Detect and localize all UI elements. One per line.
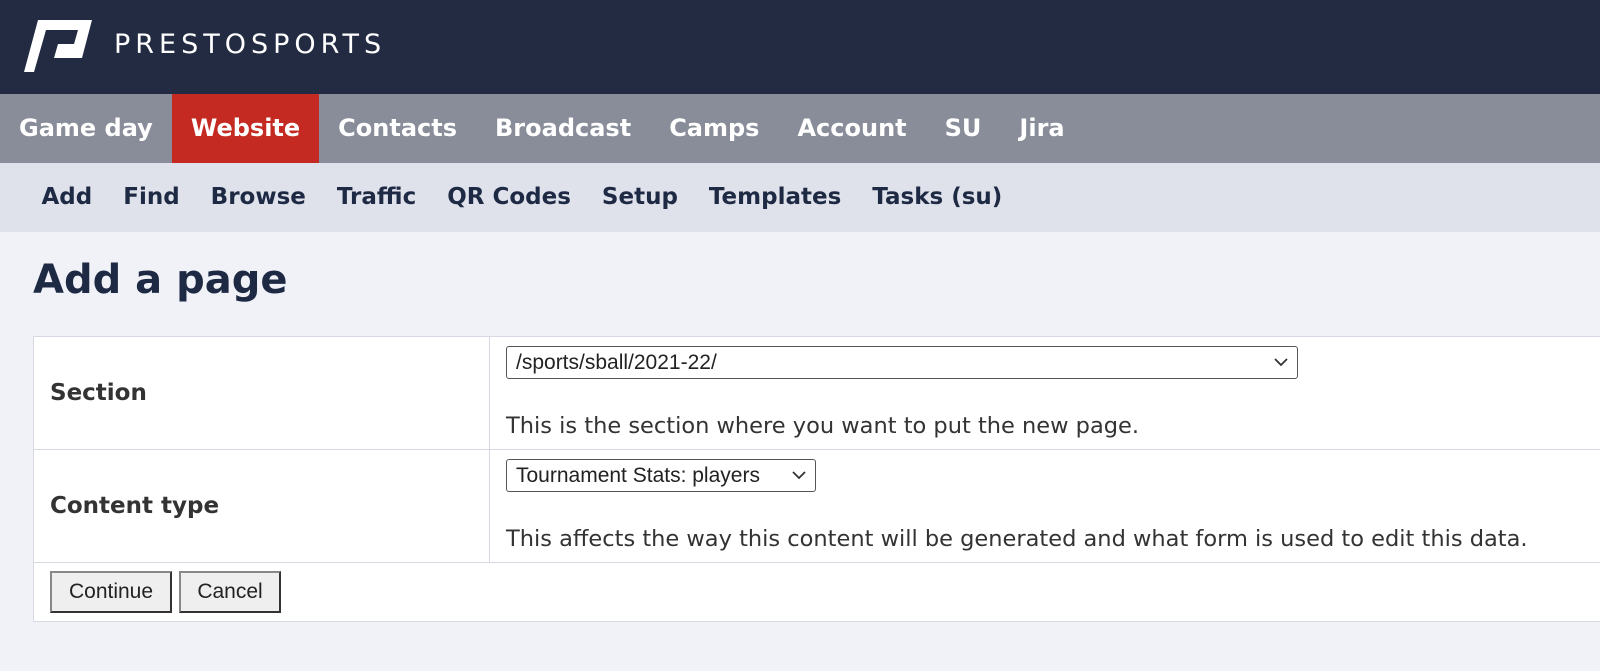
sub-nav-setup[interactable]: Setup bbox=[586, 163, 693, 232]
prestosports-logo-icon[interactable] bbox=[24, 18, 94, 74]
main-nav-su[interactable]: SU bbox=[926, 94, 1001, 163]
content-type-select[interactable]: Tournament Stats: players bbox=[506, 459, 816, 492]
column-divider bbox=[489, 450, 490, 562]
sub-nav-browse[interactable]: Browse bbox=[195, 163, 321, 232]
sub-nav-traffic[interactable]: Traffic bbox=[321, 163, 431, 232]
chevron-down-icon bbox=[1274, 358, 1288, 367]
section-hint: This is the section where you want to pu… bbox=[506, 413, 1140, 439]
page-title: Add a page bbox=[33, 257, 288, 303]
main-nav-jira[interactable]: Jira bbox=[1000, 94, 1083, 163]
sub-nav-find[interactable]: Find bbox=[108, 163, 195, 232]
chevron-down-icon bbox=[792, 471, 806, 480]
section-select[interactable]: /sports/sball/2021-22/ bbox=[506, 346, 1298, 379]
main-nav-website[interactable]: Website bbox=[171, 94, 320, 163]
main-nav-broadcast[interactable]: Broadcast bbox=[476, 94, 650, 163]
content-type-label: Content type bbox=[50, 493, 220, 519]
cancel-button[interactable]: Cancel bbox=[179, 571, 281, 613]
top-header: PRESTOSPORTS bbox=[0, 0, 1600, 94]
main-nav-contacts[interactable]: Contacts bbox=[319, 94, 476, 163]
main-nav-camps[interactable]: Camps bbox=[650, 94, 778, 163]
content-type-select-value: Tournament Stats: players bbox=[516, 464, 760, 487]
continue-button[interactable]: Continue bbox=[50, 571, 172, 613]
main-nav-account[interactable]: Account bbox=[778, 94, 925, 163]
sub-nav-templates[interactable]: Templates bbox=[693, 163, 856, 232]
sub-nav-tasks[interactable]: Tasks (su) bbox=[857, 163, 1018, 232]
section-label: Section bbox=[50, 380, 147, 406]
content-type-row: Content type Tournament Stats: players T… bbox=[34, 450, 1600, 563]
sub-nav-qr-codes[interactable]: QR Codes bbox=[432, 163, 587, 232]
main-nav: Game day Website Contacts Broadcast Camp… bbox=[0, 94, 1600, 163]
content-type-hint: This affects the way this content will b… bbox=[506, 526, 1528, 552]
section-select-value: /sports/sball/2021-22/ bbox=[516, 351, 717, 374]
sub-nav: Add Find Browse Traffic QR Codes Setup T… bbox=[0, 163, 1600, 232]
brand-name: PRESTOSPORTS bbox=[114, 29, 387, 60]
add-page-form: Section /sports/sball/2021-22/ This is t… bbox=[33, 336, 1600, 622]
section-row: Section /sports/sball/2021-22/ This is t… bbox=[34, 337, 1600, 450]
column-divider bbox=[489, 337, 490, 449]
main-nav-game-day[interactable]: Game day bbox=[0, 94, 172, 163]
form-actions: Continue Cancel bbox=[34, 563, 1600, 623]
sub-nav-add[interactable]: Add bbox=[26, 163, 108, 232]
